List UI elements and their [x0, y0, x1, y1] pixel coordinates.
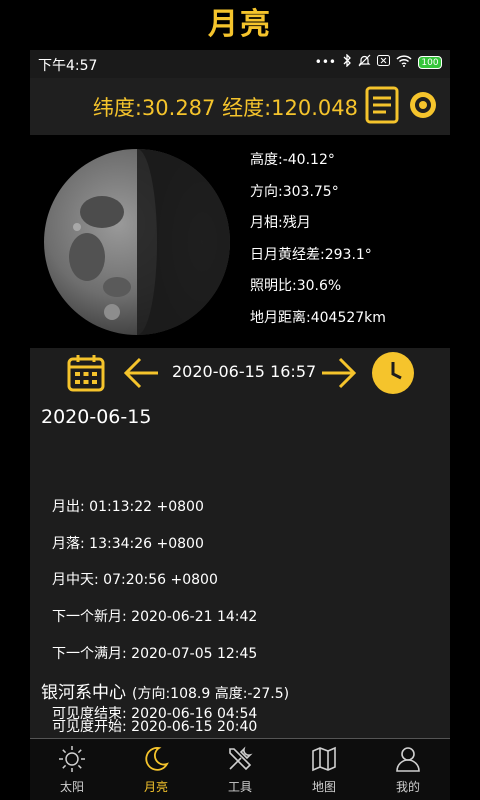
tab-profile[interactable]: 我的: [366, 739, 450, 800]
tab-sun-label: 太阳: [59, 780, 84, 794]
sim-icon: [377, 55, 390, 69]
bottom-tab-bar: 太阳 月亮 工具 地图 我的: [30, 738, 450, 800]
tab-profile-label: 我的: [395, 780, 420, 794]
coordinates-label: 纬度:30.287 经度:120.048: [92, 96, 358, 120]
bluetooth-icon: [342, 53, 352, 70]
next-new-moon-row: 下一个新月: 2020-06-21 14:42: [52, 609, 258, 625]
moon-panel: 高度:-40.12° 方向:303.75° 月相:残月 日月黄经差:293.1°…: [30, 135, 450, 348]
phone-screen: 下午4:57 ••• 100 纬度:30.287 经度:120.048 高度:-…: [30, 50, 450, 800]
tab-tools[interactable]: 工具: [198, 739, 282, 800]
date-navigation: 2020-06-15 16:57: [30, 348, 450, 398]
list-button[interactable]: [364, 85, 404, 125]
moon-image: [44, 149, 230, 335]
tab-moon[interactable]: 月亮: [114, 739, 198, 800]
moon-icon: [145, 747, 169, 771]
moon-illumination: 照明比:30.6%: [250, 278, 342, 295]
galaxy-center-title: 银河系中心: [41, 683, 126, 703]
tab-sun[interactable]: 太阳: [30, 739, 114, 800]
moon-info: 高度:-40.12° 方向:303.75° 月相:残月 日月黄经差:293.1°…: [250, 145, 450, 335]
tab-tools-label: 工具: [227, 780, 252, 794]
moon-altitude: 高度:-40.12°: [250, 152, 335, 168]
wifi-icon: [396, 54, 412, 70]
visibility-end-row: 可见度结束: 2020-06-16 04:54: [52, 706, 258, 722]
moon-transit-row: 月中天: 07:20:56 +0800: [52, 572, 218, 588]
document-list-icon: [365, 86, 399, 124]
map-icon: [312, 746, 336, 772]
sun-icon: [59, 746, 85, 772]
arrow-left-icon[interactable]: [122, 356, 160, 390]
moon-phase: 月相:残月: [250, 215, 311, 232]
status-bar: 下午4:57 ••• 100: [30, 50, 450, 78]
moon-direction: 方向:303.75°: [250, 183, 339, 200]
arrow-right-icon[interactable]: [320, 356, 358, 390]
more-dots-icon: •••: [314, 55, 336, 69]
clock-icon[interactable]: [371, 351, 415, 395]
moonrise-row: 月出: 01:13:22 +0800: [52, 499, 204, 515]
galaxy-button[interactable]: [406, 85, 446, 125]
tools-icon: [229, 746, 253, 771]
tab-map[interactable]: 地图: [282, 739, 366, 800]
moonset-row: 月落: 13:34:26 +0800: [52, 536, 204, 552]
moon-distance: 地月距离:404527km: [250, 309, 386, 326]
galaxy-icon: [410, 92, 436, 118]
details-panel: 2020-06-15 16:57 2020-06-15 月出: 01:13:22…: [30, 348, 450, 738]
current-datetime[interactable]: 2020-06-15 16:57: [172, 362, 316, 381]
tab-map-label: 地图: [311, 780, 336, 794]
battery-icon: 100: [418, 55, 442, 69]
user-icon: [396, 747, 420, 772]
events-date: 2020-06-15: [41, 406, 152, 428]
next-full-moon-row: 下一个满月: 2020-07-05 12:45: [52, 646, 258, 662]
calendar-icon[interactable]: [66, 353, 106, 393]
mute-icon: [358, 54, 371, 70]
location-header: 纬度:30.287 经度:120.048: [30, 78, 450, 135]
status-time: 下午4:57: [38, 58, 98, 74]
galaxy-center-position: (方向:108.9 高度:-27.5): [132, 686, 290, 702]
status-icons: ••• 100: [314, 53, 442, 70]
moon-elongation: 日月黄经差:293.1°: [250, 246, 372, 263]
app-title: 月亮: [208, 7, 272, 42]
tab-moon-label: 月亮: [143, 780, 168, 794]
galaxy-center-heading: 银河系中心 (方向:108.9 高度:-27.5): [41, 678, 289, 703]
